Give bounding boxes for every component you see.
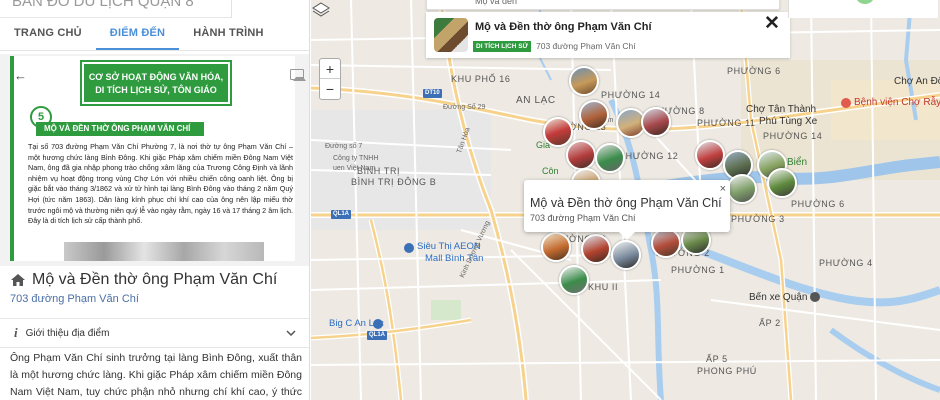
poster-photo [64, 242, 264, 261]
intro-header: i Giới thiệu địa điểm [14, 325, 109, 341]
map-label-binh-tri-dong: BÌNH TRỊ ĐÔNG B [351, 177, 437, 187]
map-popup: × Mộ và Đền thờ ông Phạm Văn Chí 703 đườ… [524, 180, 730, 240]
place-title: Mộ và Đền thờ ông Phạm Văn Chí [10, 271, 277, 289]
map-marker[interactable] [579, 100, 609, 130]
map-marker[interactable] [566, 140, 596, 170]
map-marker[interactable] [559, 265, 589, 295]
image-gallery-icon[interactable] [290, 69, 306, 81]
hospital-pin-icon[interactable] [841, 98, 851, 108]
map-label-phuong-1: PHƯỜNG 1 [671, 265, 725, 275]
map-label-ap-2: ẤP 2 [759, 318, 781, 328]
map-label-ben-xe[interactable]: Bến xe Quận 8 [749, 292, 816, 303]
result-title: Mộ và Đền thờ ông Phạm Văn Chí [475, 21, 652, 33]
zoom-in-button[interactable]: + [320, 59, 340, 79]
map-label-benh-vien[interactable]: Bệnh viện Chợ Rẫy [854, 97, 940, 108]
map-marker[interactable] [651, 228, 681, 258]
map-label-duong-so-7: Đường số 7 [325, 143, 363, 150]
place-image: CƠ SỞ HOẠT ĐỘNG VĂN HÓA, DI TÍCH LỊCH SỬ… [0, 54, 309, 266]
result-thumbnail [434, 18, 468, 52]
map-label-phuong-4: PHƯỜNG 4 [819, 258, 873, 268]
result-card[interactable]: Mộ và Đền thờ ông Phạm Văn Chí DI TÍCH L… [426, 12, 790, 58]
tab-home[interactable]: TRANG CHỦ [0, 18, 96, 50]
map-marker[interactable] [695, 140, 725, 170]
layers-icon[interactable] [311, 0, 331, 20]
map-label-an-lac: AN LẠC [516, 95, 556, 106]
map-marker[interactable] [641, 107, 671, 137]
place-description: Ông Phạm Văn Chí sinh trưởng tại làng Bì… [10, 352, 302, 398]
back-arrow-icon[interactable]: ← [14, 68, 27, 83]
map-label-phuong-11: PHƯỜNG 11 [697, 118, 756, 128]
map-label-khu-ii: KHU II [588, 282, 619, 292]
tab-itinerary[interactable]: HÀNH TRÌNH [179, 18, 277, 50]
info-icon: i [14, 325, 18, 340]
category-badge: DI TÍCH LỊCH SỬ [473, 41, 531, 52]
road-badge-ql1a-2: QL1A [367, 331, 388, 340]
left-panel: BẢN ĐỒ DU LỊCH QUẬN 8 TRANG CHỦ ĐIỂM ĐẾN… [0, 0, 310, 400]
tab-destinations[interactable]: ĐIỂM ĐẾN [95, 18, 180, 50]
map-label-cho-tan-thanh: Chợ Tân Thành [746, 104, 817, 115]
map-marker[interactable] [595, 143, 625, 173]
map-label-ap-5: ẤP 5 [706, 354, 728, 364]
map-canvas[interactable]: KHU PHỐ 16 PHƯỜNG 6 PHƯỜNG 14 PHƯỜNG 8 P… [311, 0, 940, 400]
poster-title: MỘ VÀ ĐỀN THỜ ÔNG PHẠM VĂN CHÍ [36, 122, 204, 136]
search-input[interactable]: Mộ và đền [426, 0, 780, 10]
app-root: BẢN ĐỒ DU LỊCH QUẬN 8 TRANG CHỦ ĐIỂM ĐẾN… [0, 0, 940, 400]
map-label-cho-an-dong: Chợ An Đông [894, 76, 940, 87]
map-marker[interactable] [581, 234, 611, 264]
close-icon[interactable]: ✕ [764, 12, 780, 35]
map-marker[interactable] [569, 66, 599, 96]
map-label-phuong-12: PHƯỜNG 12 [619, 151, 679, 161]
chevron-down-icon [286, 330, 296, 336]
map-marker[interactable] [727, 174, 757, 204]
result-address: 703 đường Phạm Văn Chí [536, 41, 636, 51]
map-label-phu-tung-xe: Phú Tùng Xe [759, 116, 818, 127]
popup-tip [619, 232, 635, 240]
map-marker[interactable] [767, 168, 797, 198]
map-label-company-2: uen Việt Nam [333, 165, 376, 172]
map-label-phuong-6b: PHƯỜNG 6 [791, 199, 845, 209]
zoom-control: + − [319, 58, 341, 100]
place-address: 703 đường Phạm Văn Chí [10, 293, 139, 305]
map-label-khu-pho-16: KHU PHỐ 16 [451, 74, 511, 84]
zoom-out-button[interactable]: − [320, 79, 340, 99]
map-label-phuong-14: PHƯỜNG 14 [601, 90, 661, 100]
poster-body: Tại số 703 đường Phạm Văn Chí Phường 7, … [28, 142, 293, 226]
map-label-bien: Biển [787, 157, 808, 168]
intro-accordion[interactable]: i Giới thiệu địa điểm [0, 318, 309, 348]
popup-address: 703 đường Phạm Văn Chí [530, 213, 636, 223]
popup-title: Mộ và Đền thờ ông Phạm Văn Chí [530, 196, 722, 210]
map-label-duong-so-29: Đường Số 29 [443, 104, 486, 111]
map-label-phuong-3: PHƯỜNG 3 [731, 214, 785, 224]
road-badge-dt10: DT10 [423, 89, 442, 98]
place-title-text: Mộ và Đền thờ ông Phạm Văn Chí [32, 271, 278, 288]
big-c-pin-icon[interactable] [373, 319, 383, 329]
map-marker[interactable] [611, 240, 641, 270]
map-label-company-1: Công ty TNHH [333, 155, 379, 162]
map-label-con: Côn [542, 166, 559, 176]
home-icon [11, 274, 25, 286]
poster-banner: CƠ SỞ HOẠT ĐỘNG VĂN HÓA, DI TÍCH LỊCH SỬ… [80, 60, 232, 106]
map-label-phuong-6: PHƯỜNG 6 [727, 66, 781, 76]
map-marker[interactable] [541, 232, 571, 262]
info-poster: CƠ SỞ HOẠT ĐỘNG VĂN HÓA, DI TÍCH LỊCH SỬ… [10, 56, 295, 261]
road-badge-ql1a: QL1A [331, 210, 352, 219]
mall-pin-icon[interactable] [404, 243, 414, 253]
intro-label: Giới thiệu địa điểm [25, 327, 110, 339]
bus-station-pin-icon[interactable] [810, 292, 820, 302]
app-brand[interactable]: BẢN ĐỒ DU LỊCH QUẬN 8 [0, 0, 232, 18]
map-label-phong-phu: PHONG PHÚ [697, 366, 757, 376]
tab-bar: TRANG CHỦ ĐIỂM ĐẾN HÀNH TRÌNH [0, 18, 309, 51]
popup-close-icon[interactable]: × [720, 183, 726, 195]
map-marker[interactable] [543, 117, 573, 147]
map-label-phuong-14b: PHƯỜNG 14 [763, 131, 823, 141]
